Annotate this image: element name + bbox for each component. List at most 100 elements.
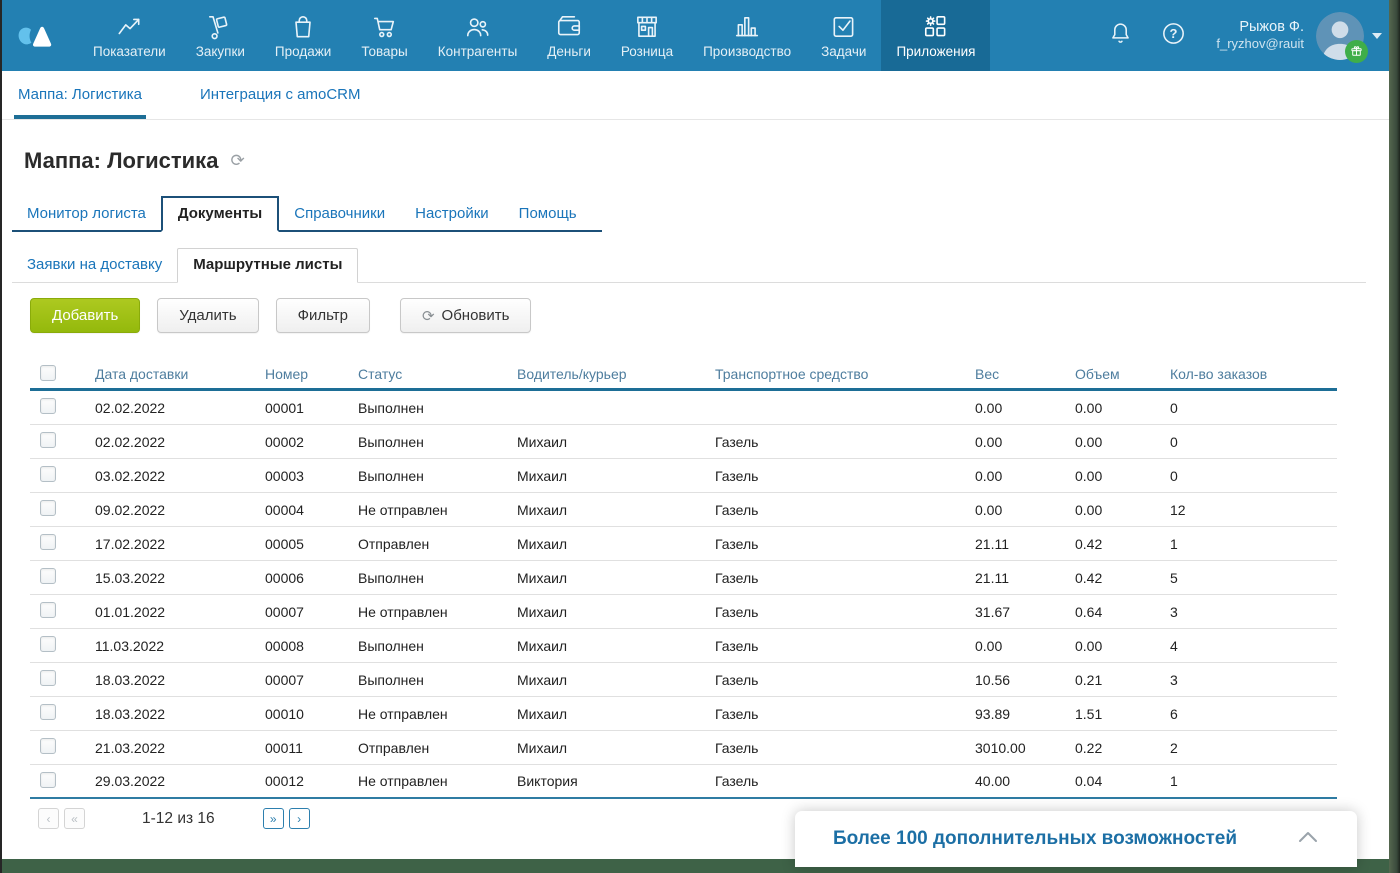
user-avatar[interactable] [1316,12,1364,60]
nav-item-tasks[interactable]: Задачи [806,0,881,71]
column-header-volume[interactable]: Объем [1075,366,1170,382]
table-row[interactable]: 29.03.202200012Не отправленВикторияГазел… [30,765,1337,799]
tab-route-sheets[interactable]: Маршрутные листы [177,248,358,283]
filter-button[interactable]: Фильтр [276,298,370,333]
nav-item-counterparties[interactable]: Контрагенты [423,0,533,71]
tab-delivery-requests[interactable]: Заявки на доставку [12,249,177,282]
refresh-button[interactable]: ⟳ Обновить [400,298,532,333]
tab-help[interactable]: Помощь [504,198,592,230]
cell-status: Выполнен [358,672,517,688]
column-header-status[interactable]: Статус [358,366,517,382]
row-checkbox[interactable] [40,704,56,720]
nav-item-production[interactable]: Производство [688,0,806,71]
header-right-cluster: ? Рыжов Ф. f_ryzhov@rauit [1094,0,1382,71]
table-row[interactable]: 17.02.202200005ОтправленМихаилГазель21.1… [30,527,1337,561]
cell-volume: 1.51 [1075,706,1170,722]
page-prev-button[interactable]: ‹ [38,808,59,829]
cell-volume: 0.00 [1075,434,1170,450]
nav-label: Деньги [547,44,591,59]
help-button[interactable]: ? [1147,20,1200,52]
cell-orders: 0 [1170,468,1337,484]
app-tab-amocrm[interactable]: Интеграция с amoCRM [196,71,365,119]
user-menu[interactable]: Рыжов Ф. f_ryzhov@rauit [1216,18,1304,52]
row-checkbox[interactable] [40,534,56,550]
cell-number: 00001 [265,400,358,416]
page-next-button[interactable]: › [289,808,310,829]
row-checkbox[interactable] [40,670,56,686]
row-checkbox[interactable] [40,568,56,584]
table-row[interactable]: 11.03.202200008ВыполненМихаилГазель0.000… [30,629,1337,663]
nav-item-goods[interactable]: Товары [346,0,422,71]
tab-logist-monitor[interactable]: Монитор логиста [12,198,161,230]
tab-directories[interactable]: Справочники [279,198,400,230]
app-tab-mappa-logistics[interactable]: Маппа: Логистика [14,71,146,119]
column-header-weight[interactable]: Вес [975,366,1075,382]
row-checkbox[interactable] [40,466,56,482]
cell-number: 00003 [265,468,358,484]
nav-item-retail[interactable]: Розница [606,0,688,71]
select-all-cell [30,365,95,384]
nav-label: Задачи [821,44,866,59]
chevron-up-icon[interactable] [1297,830,1319,849]
cell-status: Не отправлен [358,502,517,518]
row-checkbox-cell [30,466,95,485]
tab-settings[interactable]: Настройки [400,198,504,230]
row-checkbox[interactable] [40,772,56,788]
row-checkbox[interactable] [40,398,56,414]
column-header-number[interactable]: Номер [265,366,358,382]
wallet-icon [555,13,583,41]
cell-orders: 2 [1170,740,1337,756]
table-row[interactable]: 18.03.202200007ВыполненМихаилГазель10.56… [30,663,1337,697]
page-first-button[interactable]: « [64,808,85,829]
page-last-button[interactable]: » [263,808,284,829]
cell-date: 18.03.2022 [95,672,265,688]
cell-volume: 0.21 [1075,672,1170,688]
cell-vehicle: Газель [715,740,975,756]
row-checkbox[interactable] [40,602,56,618]
nav-item-purchases[interactable]: Закупки [181,0,260,71]
chart-icon [115,13,143,41]
table-row[interactable]: 03.02.202200003ВыполненМихаилГазель0.000… [30,459,1337,493]
cell-status: Отправлен [358,740,517,756]
table-row[interactable]: 21.03.202200011ОтправленМихаилГазель3010… [30,731,1337,765]
chevron-down-icon[interactable] [1372,33,1382,39]
row-checkbox[interactable] [40,738,56,754]
cell-status: Не отправлен [358,604,517,620]
bag-icon [289,13,317,41]
cell-status: Выполнен [358,434,517,450]
cell-vehicle: Газель [715,570,975,586]
tab-documents[interactable]: Документы [161,196,279,232]
table-row[interactable]: 18.03.202200010Не отправленМихаилГазель9… [30,697,1337,731]
row-checkbox[interactable] [40,636,56,652]
refresh-icon[interactable]: ⟳ [230,151,244,171]
add-button[interactable]: Добавить [30,298,140,333]
row-checkbox[interactable] [40,500,56,516]
table-row[interactable]: 02.02.202200002ВыполненМихаилГазель0.000… [30,425,1337,459]
nav-item-indicators[interactable]: Показатели [78,0,181,71]
column-header-date[interactable]: Дата доставки [95,366,265,382]
table-row[interactable]: 09.02.202200004Не отправленМихаилГазель0… [30,493,1337,527]
nav-item-apps[interactable]: Приложения [881,0,990,71]
select-all-checkbox[interactable] [40,365,56,381]
gift-badge-icon [1345,40,1368,63]
table-row[interactable]: 01.01.202200007Не отправленМихаилГазель3… [30,595,1337,629]
nav-item-sales[interactable]: Продажи [260,0,346,71]
table-row[interactable]: 15.03.202200006ВыполненМихаилГазель21.11… [30,561,1337,595]
left-edge-strip [0,0,2,873]
app-logo[interactable] [0,0,78,71]
features-banner[interactable]: Более 100 дополнительных возможностей [795,811,1357,867]
row-checkbox[interactable] [40,432,56,448]
cell-weight: 0.00 [975,502,1075,518]
notifications-button[interactable] [1094,20,1147,52]
table-row[interactable]: 02.02.202200001Выполнен0.000.000 [30,391,1337,425]
nav-item-money[interactable]: Деньги [532,0,606,71]
column-header-driver[interactable]: Водитель/курьер [517,366,715,382]
column-header-vehicle[interactable]: Транспортное средство [715,366,975,382]
cell-vehicle: Газель [715,604,975,620]
delete-button[interactable]: Удалить [157,298,258,333]
cell-number: 00004 [265,502,358,518]
row-checkbox-cell [30,534,95,553]
column-header-orders[interactable]: Кол-во заказов [1170,366,1337,382]
cell-vehicle: Газель [715,706,975,722]
cell-number: 00002 [265,434,358,450]
